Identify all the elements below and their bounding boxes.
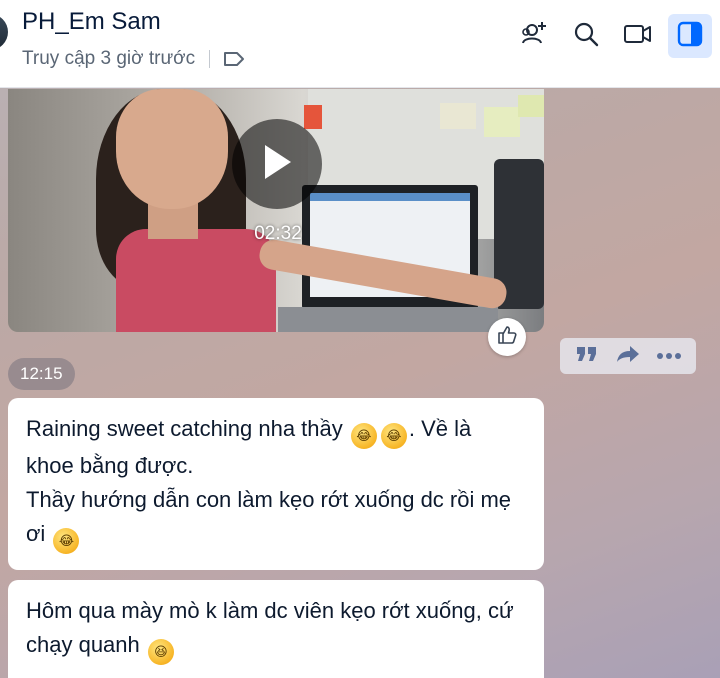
search-button[interactable] — [564, 14, 608, 58]
message-line: Thầy hướng dẫn con làm kẹo rớt xuống dc … — [26, 487, 512, 512]
forward-button[interactable] — [613, 342, 643, 370]
thumbnail-detail — [518, 95, 544, 117]
quote-icon — [575, 345, 599, 368]
divider — [209, 50, 211, 68]
message-text: ơi — [26, 521, 46, 546]
react-like-button[interactable] — [488, 318, 526, 356]
chat-header: PH_Em Sam Truy cập 3 giờ trước — [0, 0, 720, 88]
add-member-button[interactable] — [512, 14, 556, 58]
rofl-emoji-icon: 😂 — [380, 423, 407, 449]
sidebar-panel-icon — [676, 20, 704, 53]
message-line: khoe bằng được. — [26, 453, 194, 478]
message-line: ơi 😂 — [26, 517, 526, 554]
thumbnail-detail — [304, 105, 322, 129]
rofl-emoji-icon: 😂 — [350, 423, 377, 449]
time-divider: 12:15 — [8, 358, 75, 390]
forward-icon — [615, 344, 641, 369]
avatar[interactable] — [0, 14, 8, 50]
message-text: Raining sweet catching nha thầy — [26, 416, 343, 441]
message-bubble[interactable]: Hôm qua mày mò k làm dc viên kẹo rớt xuố… — [8, 580, 544, 678]
video-call-button[interactable] — [616, 14, 660, 58]
toggle-info-panel-button[interactable] — [668, 14, 712, 58]
video-message[interactable]: 02:32 — [8, 89, 544, 332]
message-actions — [560, 338, 696, 374]
message-line: Hôm qua mày mò k làm dc viên kẹo rớt xuố… — [26, 598, 514, 623]
search-icon — [572, 20, 600, 53]
thumbnail-detail — [310, 193, 470, 201]
thumbnail-detail — [278, 307, 498, 332]
chat-title[interactable]: PH_Em Sam — [22, 8, 161, 36]
rofl-emoji-icon: 😂 — [53, 528, 80, 554]
thumbnail-detail — [116, 89, 228, 209]
more-horizontal-icon — [656, 347, 682, 365]
message-line: chạy quanh 😆 — [26, 628, 526, 665]
video-duration: 02:32 — [254, 223, 302, 244]
status-row: Truy cập 3 giờ trước — [22, 46, 246, 72]
laughing-emoji-icon: 😆 — [147, 639, 174, 665]
play-button[interactable] — [232, 119, 322, 209]
tag-icon[interactable] — [222, 47, 246, 71]
play-icon — [259, 142, 295, 187]
message-line: Raining sweet catching nha thầy 😂 😂. Về l… — [26, 412, 526, 449]
message-text: chạy quanh — [26, 632, 140, 657]
video-camera-icon — [623, 21, 653, 52]
header-actions — [512, 14, 712, 58]
message-bubble[interactable]: Raining sweet catching nha thầy 😂 😂. Về l… — [8, 398, 544, 570]
quote-reply-button[interactable] — [572, 342, 602, 370]
thumbnail-detail — [440, 103, 476, 129]
thumbs-up-icon — [496, 324, 518, 351]
last-seen-status: Truy cập 3 giờ trước — [22, 48, 196, 69]
thumbnail-detail — [484, 107, 520, 137]
message-text: . Về là — [408, 416, 472, 441]
add-user-icon — [519, 19, 549, 54]
more-options-button[interactable] — [654, 342, 684, 370]
